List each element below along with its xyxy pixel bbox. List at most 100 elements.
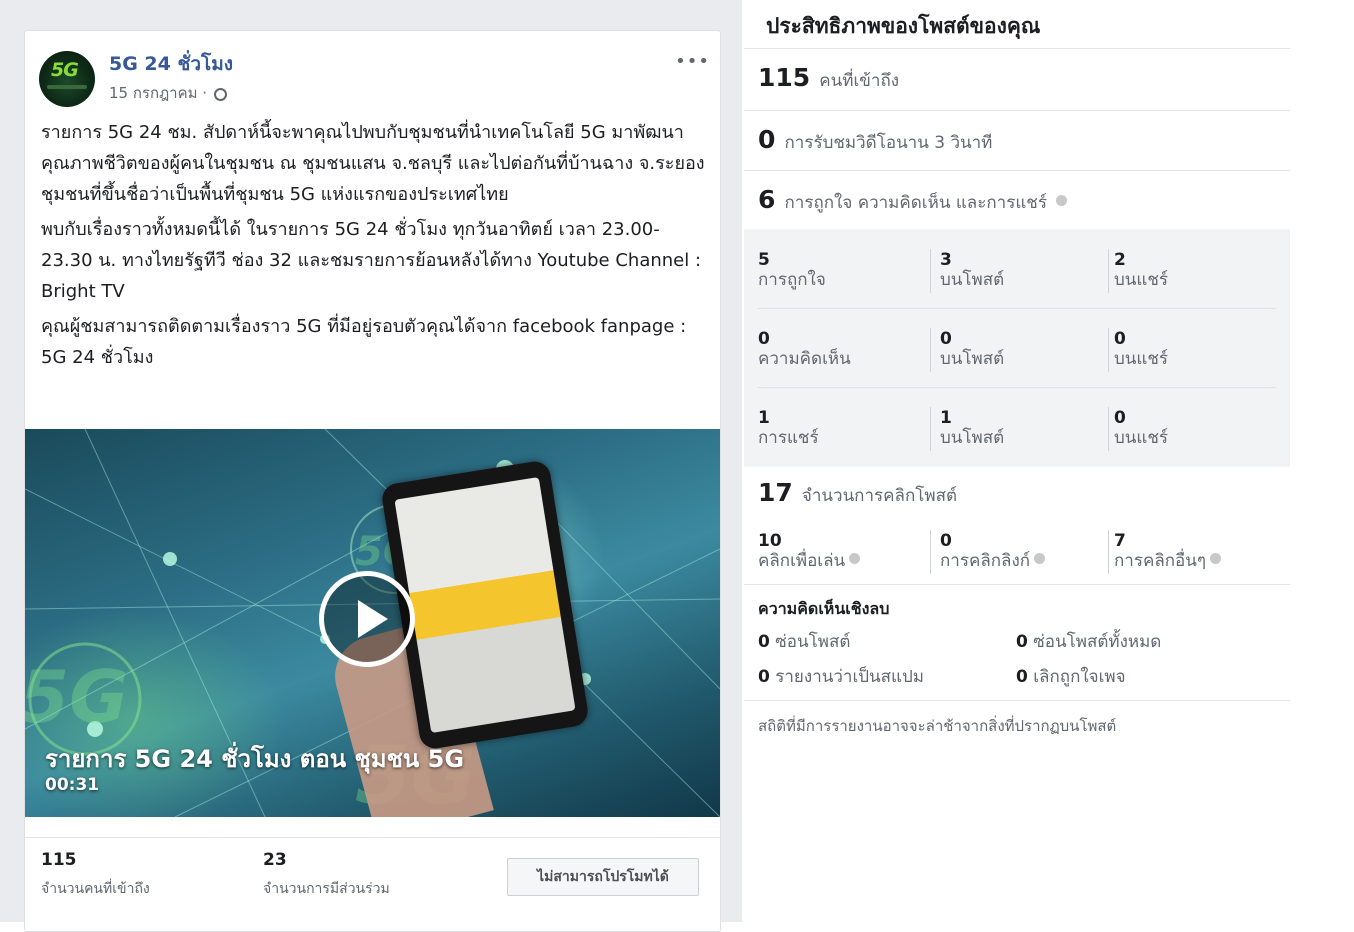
post-stats: 115 จำนวนคนที่เข้าถึง 23 จำนวนการมีส่วนร… [25,837,720,918]
reach-row: 115 คนที่เข้าถึง [744,48,1290,109]
divider [1108,530,1109,574]
report-spam-label: รายงานว่าเป็นสแปม [775,667,924,687]
reach-value: 115 [41,850,77,870]
divider [1108,407,1109,451]
negative-feedback-title: ความคิดเห็นเชิงลบ [758,599,890,618]
post-paragraph: คุณผู้ชมสามารถติดตามเรื่องราว 5G ที่มีอย… [41,316,687,368]
clicks-value: 17 [758,478,793,507]
likes-on-post: 3 บนโพสต์ [940,251,1004,291]
likes-on-share-label: บนแชร์ [1114,270,1169,290]
reactions-label: การถูกใจ ความคิดเห็น และการแชร์ [784,193,1047,213]
divider [1108,328,1109,372]
shares-on-share-value: 0 [1114,408,1126,428]
info-icon[interactable] [1056,195,1068,206]
post-header: 5G 5G 24 ชั่วโมง 15 กรกฎาคม · ••• [39,47,710,107]
shares-total-label: การแชร์ [758,428,819,448]
link-clicks-label: การคลิกลิงก์ [940,551,1031,571]
unlike-page-label: เลิกถูกใจเพจ [1033,667,1126,687]
hide-all-stat: 0 ซ่อนโพสต์ทั้งหมด [1016,628,1161,655]
comments-total-value: 0 [758,329,770,349]
promote-button[interactable]: ไม่สามารถโปรโมทได้ [507,858,699,896]
avatar-subbar [47,85,87,89]
reach-label: คนที่เข้าถึง [819,71,900,91]
comments-on-post-value: 0 [940,329,952,349]
divider [758,308,1276,309]
comments-total-label: ความคิดเห็น [758,349,851,369]
engagement-value: 23 [263,850,287,870]
shares-total: 1 การแชร์ [758,409,819,449]
play-button[interactable] [319,571,415,667]
comments-total: 0 ความคิดเห็น [758,330,851,370]
footnote: สถิติที่มีการรายงานอาจจะล่าช้าจากสิ่งที่… [758,717,1117,735]
comments-on-share-value: 0 [1114,329,1126,349]
avatar[interactable]: 5G [39,51,95,107]
other-clicks-value: 7 [1114,531,1126,551]
comments-on-post-label: บนโพสต์ [940,349,1005,369]
post-date-text: 15 กรกฎาคม · [109,84,208,102]
page-name-link[interactable]: 5G 24 ชั่วโมง [109,49,233,79]
reach-label: จำนวนคนที่เข้าถึง [41,881,150,897]
other-clicks-label: การคลิกอื่นๆ [1114,551,1207,571]
video-title: รายการ 5G 24 ชั่วโมง ตอน ชุมชน 5G [45,745,465,773]
panel-title: ประสิทธิภาพของโพสต์ของคุณ [766,14,1041,38]
avatar-logo: 5G [51,59,79,81]
info-icon[interactable] [1210,553,1222,564]
reactions-row: 6 การถูกใจ ความคิดเห็น และการแชร์ [744,170,1290,229]
decor-5g-text: 5G [25,655,129,739]
likes-total: 5 การถูกใจ [758,251,826,291]
reach-value: 115 [758,63,811,92]
play-icon [358,600,388,638]
divider [744,584,1290,585]
comments-on-share-label: บนแชร์ [1114,349,1169,369]
post-paragraph: รายการ 5G 24 ชม. สัปดาห์นี้จะพาคุณไปพบกั… [41,122,705,205]
reach-stat: 115 จำนวนคนที่เข้าถึง [41,850,150,900]
likes-total-value: 5 [758,250,770,270]
video-player[interactable]: 5G 5G 5G รายการ 5G 24 ชั่วโมง ตอน ชุมชน … [25,429,720,817]
divider [930,530,931,574]
hide-all-label: ซ่อนโพสต์ทั้งหมด [1033,632,1162,652]
divider [744,700,1290,701]
info-icon[interactable] [1034,553,1046,564]
link-clicks: 0 การคลิกลิงก์ [940,531,1046,572]
views-row: 0 การรับชมวิดีโอนาน 3 วินาที [744,110,1290,171]
info-icon[interactable] [849,553,861,564]
shares-total-value: 1 [758,408,770,428]
post-text: รายการ 5G 24 ชม. สัปดาห์นี้จะพาคุณไปพบกั… [41,117,706,377]
shares-on-post-label: บนโพสต์ [940,428,1005,448]
comments-on-share: 0 บนแชร์ [1114,330,1168,370]
clicks-to-play: 10 คลิกเพื่อเล่น [758,531,861,572]
report-spam-stat: 0 รายงานว่าเป็นสแปม [758,663,924,690]
likes-on-share: 2 บนแชร์ [1114,251,1168,291]
likes-total-label: การถูกใจ [758,270,826,290]
clicks-row: 17 จำนวนการคลิกโพสต์ 10 คลิกเพื่อเล่น 0 … [744,468,1290,584]
clicks-to-play-label: คลิกเพื่อเล่น [758,551,846,571]
comments-on-post: 0 บนโพสต์ [940,330,1004,370]
shares-on-post-value: 1 [940,408,952,428]
shares-on-post: 1 บนโพสต์ [940,409,1004,449]
post-paragraph: พบกับเรื่องราวทั้งหมดนี้ได้ ในรายการ 5G … [41,219,702,302]
likes-on-share-value: 2 [1114,250,1126,270]
unlike-page-stat: 0 เลิกถูกใจเพจ [1016,663,1126,690]
globe-icon [213,88,227,101]
clicks-to-play-value: 10 [758,531,782,551]
likes-on-post-label: บนโพสต์ [940,270,1005,290]
hide-post-stat: 0 ซ่อนโพสต์ [758,628,850,655]
link-clicks-value: 0 [940,531,952,551]
divider [758,387,1276,388]
other-clicks: 7 การคลิกอื่นๆ [1114,531,1222,572]
hide-all-value: 0 [1016,632,1028,652]
reaction-breakdown: 5 การถูกใจ 3 บนโพสต์ 2 บนแชร์ 0 ความคิดเ… [744,229,1290,467]
engagement-label: จำนวนการมีส่วนร่วม [263,881,390,897]
more-options-button[interactable]: ••• [675,51,710,72]
divider [930,407,931,451]
phone-screen [394,477,576,733]
unlike-page-value: 0 [1016,667,1028,687]
report-spam-value: 0 [758,667,770,687]
hide-post-label: ซ่อนโพสต์ [775,632,851,652]
post-date[interactable]: 15 กรกฎาคม · [109,81,227,105]
clicks-label: จำนวนการคลิกโพสต์ [801,486,957,506]
engagement-stat: 23 จำนวนการมีส่วนร่วม [263,850,390,900]
post-card: 5G 5G 24 ชั่วโมง 15 กรกฎาคม · ••• รายการ… [24,30,721,932]
shares-on-share: 0 บนแชร์ [1114,409,1168,449]
views-value: 0 [758,125,776,154]
